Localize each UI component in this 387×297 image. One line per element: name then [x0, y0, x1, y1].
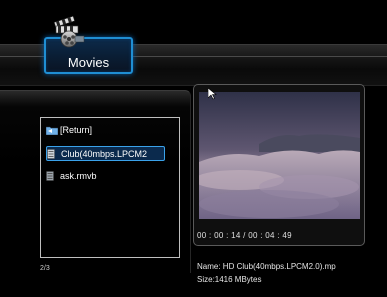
movies-title: Movies — [67, 55, 110, 70]
list-item-label: Club(40mbps.LPCM2 — [61, 149, 148, 159]
file-size-info: Size:1416 MBytes — [197, 275, 262, 284]
video-preview — [199, 92, 360, 219]
preview-thumbnail — [199, 92, 360, 219]
video-file-icon — [47, 149, 55, 159]
mouse-pointer-icon — [208, 88, 217, 100]
playback-time: 00 : 00 : 14 / 00 : 04 : 49 — [197, 231, 292, 240]
file-name-info: Name: HD Club(40mbps.LPCM2.0).mp — [197, 262, 336, 271]
list-item-label: ask.rmvb — [60, 171, 97, 181]
clapperboard-icon — [53, 16, 85, 48]
list-item-return[interactable]: [Return] — [46, 123, 174, 138]
list-item[interactable]: ask.rmvb — [46, 169, 174, 184]
file-list: [Return] Club(40mbps.LPCM2 ask.rmvb — [40, 117, 180, 258]
page-indicator: 2/3 — [40, 265, 50, 272]
list-item-selected[interactable]: Club(40mbps.LPCM2 — [46, 146, 165, 161]
video-file-icon — [46, 171, 54, 181]
return-folder-icon — [46, 126, 58, 135]
list-item-label: [Return] — [60, 125, 93, 135]
